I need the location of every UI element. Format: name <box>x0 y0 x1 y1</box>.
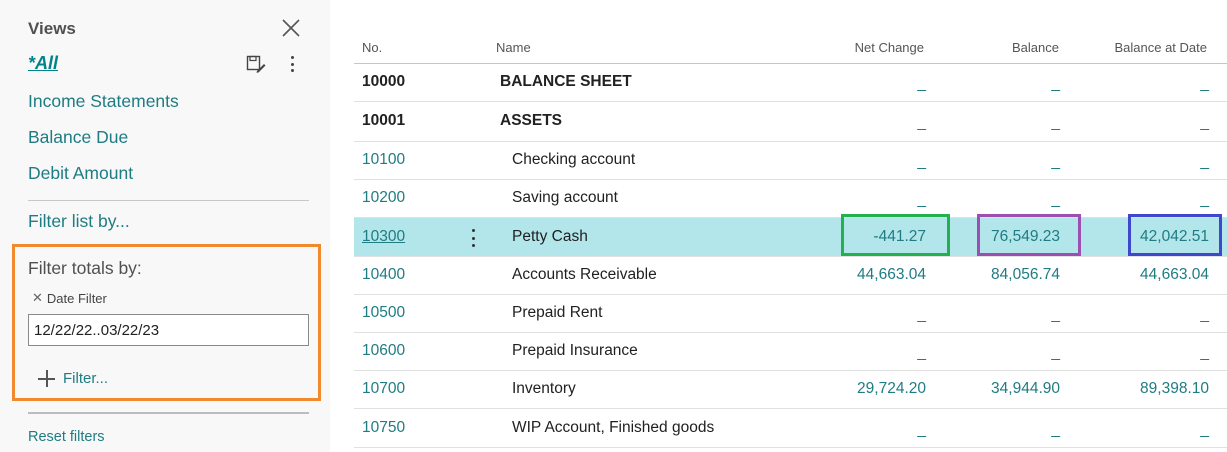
column-header-balance-at-date[interactable]: Balance at Date <box>1114 40 1207 55</box>
date-filter-caption: Date Filter <box>46 290 107 306</box>
balance-at-date-value[interactable]: _ <box>1200 421 1209 439</box>
view-income-statements[interactable]: Income Statements <box>28 91 179 112</box>
account-no[interactable]: 10700 <box>362 380 405 398</box>
table-row[interactable]: 10600 Prepaid Insurance _ _ _ <box>354 333 1227 371</box>
balance-at-date-value[interactable]: _ <box>1200 153 1209 171</box>
balance-at-date-value[interactable]: 89,398.10 <box>1140 380 1209 398</box>
account-name: Accounts Receivable <box>512 266 657 283</box>
account-name: ASSETS <box>500 112 563 129</box>
account-no[interactable]: 10001 <box>362 112 405 130</box>
account-name: Prepaid Rent <box>512 304 603 321</box>
net-change-value[interactable]: _ <box>917 344 926 362</box>
net-change-value[interactable]: _ <box>917 421 926 439</box>
account-name: Saving account <box>512 189 618 206</box>
net-change-value[interactable]: -441.27 <box>873 228 926 246</box>
account-name: Prepaid Insurance <box>512 342 638 359</box>
balance-at-date-value[interactable]: _ <box>1200 75 1209 93</box>
account-no[interactable]: 10600 <box>362 342 405 360</box>
balance-value[interactable]: _ <box>1051 153 1060 171</box>
account-no[interactable]: 10750 <box>362 419 405 437</box>
close-icon[interactable] <box>280 17 302 39</box>
table-body: 10000 BALANCE SHEET _ _ _ 10001 ASSETS _ _ _ 10100… <box>354 64 1227 448</box>
net-change-value[interactable]: _ <box>917 114 926 132</box>
column-header-no[interactable]: No. <box>362 40 382 55</box>
table-row[interactable]: 10000 BALANCE SHEET _ _ _ <box>354 64 1227 102</box>
table-row[interactable]: 10500 Prepaid Rent _ _ _ <box>354 295 1227 333</box>
balance-at-date-value[interactable]: _ <box>1200 191 1209 209</box>
net-change-value[interactable]: 44,663.04 <box>857 266 926 284</box>
account-no[interactable]: 10500 <box>362 304 405 322</box>
table-header: No. Name Net Change Balance Balance at D… <box>354 34 1227 64</box>
account-name: WIP Account, Finished goods <box>512 419 715 436</box>
net-change-value[interactable]: _ <box>917 75 926 93</box>
balance-value[interactable]: _ <box>1051 75 1060 93</box>
date-filter-label[interactable]: ✕ Date Filter <box>32 290 107 306</box>
table-row[interactable]: 10001 ASSETS _ _ _ <box>354 102 1227 142</box>
table-row[interactable]: 10300 Petty Cash -441.27 76,549.23 42,042.51 <box>354 218 1227 257</box>
table-row[interactable]: 10700 Inventory 29,724.20 34,944.90 89,398.1… <box>354 371 1227 409</box>
more-options-icon[interactable] <box>283 54 301 74</box>
divider <box>28 412 309 414</box>
remove-filter-icon[interactable]: ✕ <box>32 290 43 306</box>
table-row[interactable]: 10750 WIP Account, Finished goods _ _ _ <box>354 409 1227 448</box>
account-no[interactable]: 10000 <box>362 73 405 91</box>
net-change-value[interactable]: 29,724.20 <box>857 380 926 398</box>
account-no[interactable]: 10300 <box>362 228 405 246</box>
account-name: Inventory <box>512 380 576 397</box>
reset-filters-link[interactable]: Reset filters <box>28 429 105 445</box>
balance-at-date-value[interactable]: 42,042.51 <box>1140 228 1209 246</box>
table-row[interactable]: 10100 Checking account _ _ _ <box>354 142 1227 180</box>
save-view-icon[interactable] <box>246 55 266 73</box>
view-debit-amount[interactable]: Debit Amount <box>28 163 133 184</box>
filter-list-by[interactable]: Filter list by... <box>28 211 130 232</box>
date-filter-input[interactable] <box>28 314 309 346</box>
account-name: BALANCE SHEET <box>500 73 632 90</box>
balance-value[interactable]: 76,549.23 <box>991 228 1060 246</box>
net-change-value[interactable]: _ <box>917 153 926 171</box>
account-no[interactable]: 10400 <box>362 266 405 284</box>
column-header-net-change[interactable]: Net Change <box>855 40 924 55</box>
account-name: Checking account <box>512 151 636 168</box>
column-header-name[interactable]: Name <box>496 40 531 55</box>
balance-value[interactable]: _ <box>1051 344 1060 362</box>
balance-value[interactable]: _ <box>1051 421 1060 439</box>
balance-at-date-value[interactable]: _ <box>1200 306 1209 324</box>
balance-at-date-value[interactable]: _ <box>1200 114 1209 132</box>
balance-value[interactable]: _ <box>1051 306 1060 324</box>
account-no[interactable]: 10100 <box>362 151 405 169</box>
view-all[interactable]: *All <box>28 53 58 74</box>
views-title: Views <box>28 19 76 38</box>
balance-at-date-value[interactable]: _ <box>1200 344 1209 362</box>
view-balance-due[interactable]: Balance Due <box>28 127 128 148</box>
net-change-value[interactable]: _ <box>917 306 926 324</box>
divider <box>28 200 309 201</box>
account-name: Petty Cash <box>512 228 588 245</box>
balance-value[interactable]: 84,056.74 <box>991 266 1060 284</box>
column-header-balance[interactable]: Balance <box>1012 40 1059 55</box>
add-filter-label: Filter... <box>63 370 109 387</box>
account-no[interactable]: 10200 <box>362 189 405 207</box>
table-row[interactable]: 10400 Accounts Receivable 44,663.04 84,056.… <box>354 257 1227 295</box>
filter-totals-label: Filter totals by: <box>28 258 142 278</box>
filter-pane: Views *All Income Statements Balance Due… <box>0 0 330 452</box>
net-change-value[interactable]: _ <box>917 191 926 209</box>
balance-value[interactable]: _ <box>1051 114 1060 132</box>
balance-value[interactable]: 34,944.90 <box>991 380 1060 398</box>
table-row[interactable]: 10200 Saving account _ _ _ <box>354 180 1227 218</box>
add-filter-button[interactable]: Filter... <box>38 370 108 387</box>
accounts-table: No. Name Net Change Balance Balance at D… <box>354 34 1227 448</box>
balance-at-date-value[interactable]: 44,663.04 <box>1140 266 1209 284</box>
plus-icon <box>38 370 55 387</box>
row-menu-icon[interactable] <box>472 229 476 247</box>
balance-value[interactable]: _ <box>1051 191 1060 209</box>
